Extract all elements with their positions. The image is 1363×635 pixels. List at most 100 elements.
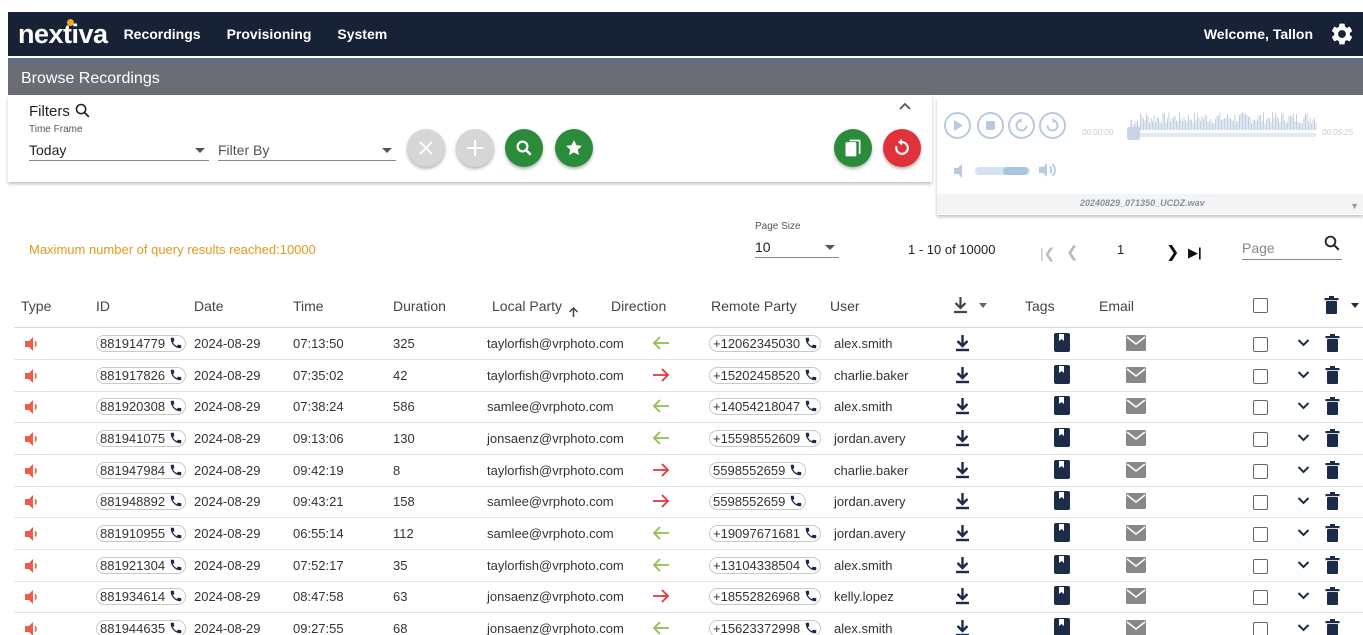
speaker-icon[interactable] — [24, 559, 40, 573]
col-direction[interactable]: Direction — [611, 298, 666, 314]
col-id[interactable]: ID — [96, 298, 110, 314]
remote-party[interactable]: +15623372998 — [709, 620, 821, 635]
download-icon[interactable] — [954, 556, 971, 574]
trash-icon[interactable] — [1324, 296, 1339, 314]
chevron-down-icon[interactable]: ▼ — [1350, 201, 1359, 211]
recording-id[interactable]: 881947984 — [96, 462, 186, 479]
bookmark-icon[interactable] — [1054, 428, 1070, 447]
table-row[interactable]: 881917826 2024-08-29 07:35:02 42 taylorf… — [14, 360, 1363, 392]
bookmark-icon[interactable] — [1054, 460, 1070, 479]
table-row[interactable]: 881947984 2024-08-29 09:42:19 8 taylorfi… — [14, 455, 1363, 487]
email-icon[interactable] — [1126, 493, 1146, 509]
row-checkbox[interactable] — [1253, 527, 1268, 542]
col-duration[interactable]: Duration — [393, 298, 446, 314]
remote-party[interactable]: +18552826968 — [709, 588, 821, 605]
forward-button[interactable] — [1039, 112, 1066, 139]
speaker-icon[interactable] — [24, 495, 40, 509]
last-page-icon[interactable]: ▶| — [1188, 245, 1202, 261]
speaker-icon[interactable] — [24, 337, 40, 351]
sort-arrow-up-icon[interactable] — [568, 306, 579, 318]
download-icon[interactable] — [954, 492, 971, 510]
speaker-icon[interactable] — [24, 400, 40, 414]
trash-icon[interactable] — [1325, 429, 1340, 447]
download-all-icon[interactable] — [952, 296, 969, 314]
row-checkbox[interactable] — [1253, 369, 1268, 384]
search-button[interactable] — [505, 129, 543, 167]
row-checkbox[interactable] — [1253, 590, 1268, 605]
bookmark-icon[interactable] — [1054, 333, 1070, 352]
table-row[interactable]: 881914779 2024-08-29 07:13:50 325 taylor… — [14, 328, 1363, 360]
recording-id[interactable]: 881914779 — [96, 335, 186, 352]
chevron-down-icon[interactable] — [1297, 591, 1310, 601]
prev-page-icon[interactable]: ❮ — [1066, 243, 1079, 261]
chevron-down-icon[interactable] — [1297, 528, 1310, 538]
row-checkbox[interactable] — [1253, 400, 1268, 415]
chevron-down-icon[interactable] — [1297, 465, 1310, 475]
gear-icon[interactable] — [1329, 21, 1355, 47]
saved-searches-button[interactable] — [834, 129, 872, 167]
email-icon[interactable] — [1126, 620, 1146, 635]
volume-down-icon[interactable] — [952, 162, 970, 180]
remote-party[interactable]: +13104338504 — [709, 557, 821, 574]
nav-provisioning[interactable]: Provisioning — [227, 26, 312, 42]
timeframe-select[interactable]: Today — [29, 139, 209, 161]
trash-icon[interactable] — [1325, 366, 1340, 384]
nextiva-logo[interactable]: nextiva — [18, 18, 108, 50]
chevron-down-icon[interactable] — [1297, 496, 1310, 506]
clear-filter-button[interactable] — [407, 129, 445, 167]
bookmark-icon[interactable] — [1054, 586, 1070, 605]
first-page-icon[interactable]: |❮ — [1040, 245, 1055, 262]
email-icon[interactable] — [1126, 430, 1146, 446]
recording-id[interactable]: 881917826 — [96, 367, 186, 384]
filterby-select[interactable]: Filter By — [218, 139, 396, 161]
bookmark-icon[interactable] — [1054, 491, 1070, 510]
row-checkbox[interactable] — [1253, 464, 1268, 479]
trash-icon[interactable] — [1325, 556, 1340, 574]
page-size-select[interactable]: 10 — [755, 236, 839, 258]
email-icon[interactable] — [1126, 398, 1146, 414]
bookmark-icon[interactable] — [1054, 555, 1070, 574]
trash-icon[interactable] — [1325, 492, 1340, 510]
remote-party[interactable]: +19097671681 — [709, 525, 821, 542]
chevron-down-icon[interactable] — [1297, 338, 1310, 348]
filters-header[interactable]: Filters — [29, 102, 91, 120]
stop-button[interactable] — [977, 112, 1004, 139]
download-icon[interactable] — [954, 366, 971, 384]
email-icon[interactable] — [1126, 588, 1146, 604]
nav-recordings[interactable]: Recordings — [124, 26, 201, 42]
table-row[interactable]: 881944635 2024-08-29 09:27:55 68 jonsaen… — [14, 613, 1363, 635]
bookmark-icon[interactable] — [1054, 523, 1070, 542]
rewind-button[interactable] — [1008, 112, 1035, 139]
speaker-icon[interactable] — [24, 527, 40, 541]
download-icon[interactable] — [954, 587, 971, 605]
remote-party[interactable]: 5598552659 — [709, 462, 806, 479]
row-checkbox[interactable] — [1253, 559, 1268, 574]
trash-icon[interactable] — [1325, 587, 1340, 605]
col-tags[interactable]: Tags — [1025, 298, 1055, 314]
download-icon[interactable] — [954, 619, 971, 635]
trash-icon[interactable] — [1325, 461, 1340, 479]
download-icon[interactable] — [954, 334, 971, 352]
col-date[interactable]: Date — [194, 298, 224, 314]
table-row[interactable]: 881941075 2024-08-29 09:13:06 130 jonsae… — [14, 423, 1363, 455]
chevron-down-icon[interactable] — [1297, 401, 1310, 411]
chevron-down-icon[interactable] — [1297, 623, 1310, 633]
volume-level[interactable] — [1003, 167, 1028, 175]
col-remote-party[interactable]: Remote Party — [711, 298, 797, 314]
caret-down-icon[interactable] — [979, 303, 987, 308]
speaker-icon[interactable] — [24, 432, 40, 446]
recording-id[interactable]: 881948892 — [96, 493, 186, 510]
email-icon[interactable] — [1126, 557, 1146, 573]
select-all-checkbox[interactable] — [1253, 298, 1268, 313]
trash-icon[interactable] — [1325, 334, 1340, 352]
table-row[interactable]: 881920308 2024-08-29 07:38:24 586 samlee… — [14, 391, 1363, 423]
chevron-up-icon[interactable] — [898, 100, 912, 114]
download-icon[interactable] — [954, 524, 971, 542]
download-icon[interactable] — [954, 429, 971, 447]
recording-id[interactable]: 881921304 — [96, 557, 186, 574]
recording-id[interactable]: 881910955 — [96, 525, 186, 542]
remote-party[interactable]: +15598552609 — [709, 430, 821, 447]
recording-id[interactable]: 881920308 — [96, 398, 186, 415]
speaker-icon[interactable] — [24, 622, 40, 635]
remote-party[interactable]: 5598552659 — [709, 493, 806, 510]
